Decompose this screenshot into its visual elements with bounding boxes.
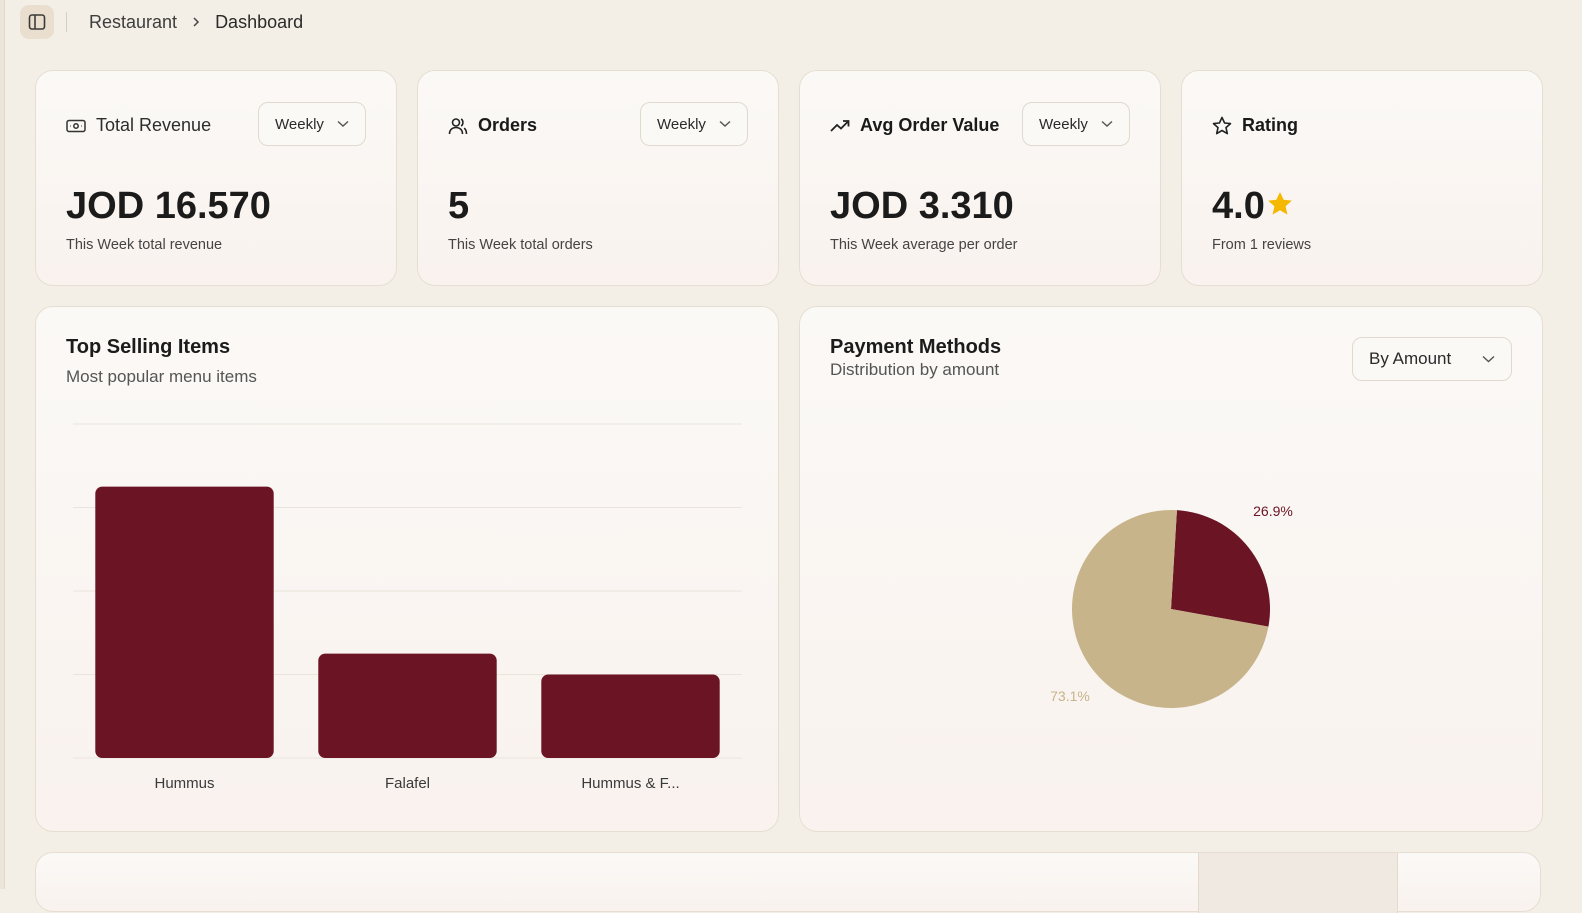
banknote-icon bbox=[66, 119, 86, 132]
payment-methods-pie-chart: 26.9% 73.1% bbox=[1050, 503, 1293, 708]
chevron-down-icon bbox=[337, 120, 349, 127]
pie-slice-label: 26.9% bbox=[1253, 503, 1293, 519]
top-bar: Restaurant Dashboard bbox=[20, 4, 303, 40]
pie-slice[interactable] bbox=[1171, 510, 1270, 627]
star-outline-icon bbox=[1212, 116, 1232, 134]
card-title: Rating bbox=[1242, 115, 1298, 135]
sidebar-toggle-button[interactable] bbox=[20, 5, 54, 39]
period-select[interactable]: Weekly bbox=[1022, 102, 1130, 146]
stat-subtitle: From 1 reviews bbox=[1212, 237, 1312, 253]
card-title: Orders bbox=[478, 115, 538, 135]
sidebar-edge bbox=[0, 0, 5, 889]
chevron-right-icon bbox=[191, 16, 201, 28]
top-selling-bar-chart: Hummus Falafel Hummus & F... bbox=[73, 423, 742, 792]
chevron-down-icon bbox=[719, 120, 731, 127]
x-tick-label: Hummus bbox=[154, 775, 214, 792]
stat-subtitle: This Week total orders bbox=[448, 237, 593, 253]
stat-value: 4.0 bbox=[1212, 185, 1294, 228]
panel-left-icon bbox=[28, 14, 46, 30]
breadcrumb-dashboard: Dashboard bbox=[215, 11, 304, 32]
card-header: Avg Order Value bbox=[830, 115, 999, 136]
card-header: Rating bbox=[1212, 115, 1298, 136]
avg-order-value-card: Avg Order Value Weekly JOD 3.310 This We… bbox=[799, 70, 1161, 286]
star-filled-icon bbox=[1267, 191, 1292, 215]
bar[interactable] bbox=[95, 486, 274, 758]
stat-subtitle: This Week average per order bbox=[830, 237, 1018, 253]
pie-slice-label: 73.1% bbox=[1050, 688, 1090, 704]
orders-card: Orders Weekly 5 This Week total orders bbox=[417, 70, 779, 286]
period-select[interactable]: Weekly bbox=[258, 102, 366, 146]
card-title: Total Revenue bbox=[96, 115, 212, 135]
total-revenue-card: Total Revenue Weekly JOD 16.570 This Wee… bbox=[35, 70, 397, 286]
period-select-value: Weekly bbox=[657, 115, 706, 133]
breadcrumb-restaurant[interactable]: Restaurant bbox=[89, 12, 177, 33]
active-tab[interactable] bbox=[1198, 853, 1398, 913]
stat-value: JOD 3.310 bbox=[830, 185, 1014, 227]
period-select[interactable]: Weekly bbox=[640, 102, 748, 146]
users-icon bbox=[448, 117, 468, 134]
rating-card: Rating 4.0 From 1 reviews bbox=[1181, 70, 1543, 286]
stat-value: 5 bbox=[448, 185, 470, 227]
topbar-divider bbox=[66, 12, 67, 32]
period-select-value: Weekly bbox=[1039, 115, 1088, 133]
top-selling-items-card: Top Selling Items Most popular menu item… bbox=[35, 306, 779, 832]
card-title: Avg Order Value bbox=[860, 115, 1000, 135]
trending-up-icon bbox=[830, 119, 850, 132]
payment-methods-card: Payment Methods Distribution by amount B… bbox=[799, 306, 1543, 832]
breadcrumb: Restaurant Dashboard bbox=[89, 12, 303, 33]
card-header: Orders bbox=[448, 115, 537, 136]
bar[interactable] bbox=[541, 674, 720, 759]
chevron-down-icon bbox=[1101, 120, 1113, 127]
x-tick-label: Falafel bbox=[385, 775, 430, 792]
x-tick-label: Hummus & F... bbox=[581, 775, 679, 792]
period-select-value: Weekly bbox=[275, 115, 324, 133]
rating-value: 4.0 bbox=[1212, 185, 1265, 227]
stat-subtitle: This Week total revenue bbox=[66, 237, 223, 253]
card-header: Total Revenue bbox=[66, 115, 211, 136]
bar[interactable] bbox=[318, 653, 497, 758]
bottom-section-card bbox=[35, 852, 1541, 913]
stat-value: JOD 16.570 bbox=[66, 185, 271, 227]
